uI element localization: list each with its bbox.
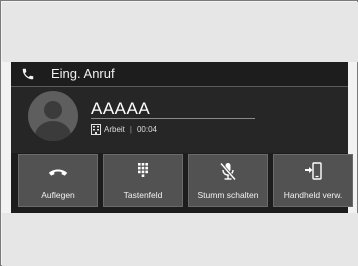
avatar-head: [44, 101, 62, 119]
phone-icon: [22, 68, 34, 80]
meta-separator: |: [129, 124, 132, 134]
building-icon: [91, 123, 101, 135]
caller-name-underline: [91, 118, 255, 119]
call-status-title: Eing. Anruf: [51, 66, 115, 81]
call-duration: 00:04: [136, 124, 158, 134]
avatar: [28, 91, 78, 141]
mute-label: Stumm schalten: [197, 190, 259, 200]
handheld-transfer-label: Handheld verw.: [283, 190, 343, 200]
mute-button[interactable]: Stumm schalten: [188, 154, 268, 207]
call-action-buttons: Auflegen Tastenfeld Stumm schalten Handh…: [18, 154, 353, 208]
hang-up-button[interactable]: Auflegen: [18, 154, 98, 207]
hang-up-icon: [48, 169, 68, 176]
call-header: Eing. Anruf: [11, 62, 348, 86]
call-meta: Arbeit | 00:04: [91, 123, 157, 135]
keypad-label: Tastenfeld: [123, 190, 163, 200]
handheld-transfer-button[interactable]: Handheld verw.: [273, 154, 353, 207]
hang-up-label: Auflegen: [41, 190, 75, 200]
keypad-button[interactable]: Tastenfeld: [103, 154, 183, 207]
caller-type: Arbeit: [104, 124, 125, 134]
bottom-margin: [2, 213, 358, 266]
keypad-icon: [138, 163, 148, 177]
handheld-transfer-icon: [305, 162, 322, 180]
mute-icon: [219, 162, 237, 181]
avatar-body: [35, 121, 71, 141]
top-margin: [2, 2, 358, 62]
caller-name: AAAAA: [91, 99, 151, 118]
screenshot-frame: Eing. Anruf AAAAA Arbeit | 00:04 Auflege…: [0, 0, 358, 266]
